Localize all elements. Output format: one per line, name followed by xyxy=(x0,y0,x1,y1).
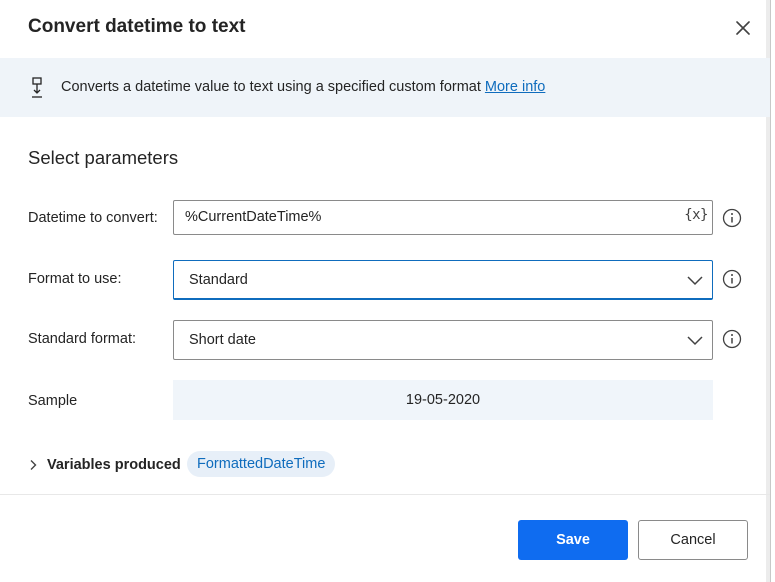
chevron-down-icon xyxy=(687,276,703,286)
save-button[interactable]: Save xyxy=(518,520,628,560)
variables-produced-label: Variables produced xyxy=(47,457,181,473)
produced-variable-pill[interactable]: FormattedDateTime xyxy=(187,451,336,477)
close-button[interactable] xyxy=(730,15,756,41)
variables-produced-toggle[interactable]: Variables produced xyxy=(28,455,181,475)
standard-format-label: Standard format: xyxy=(28,331,136,347)
more-info-link[interactable]: More info xyxy=(485,79,545,95)
dialog-title: Convert datetime to text xyxy=(28,16,246,37)
datetime-info-icon[interactable] xyxy=(722,208,742,228)
sample-label: Sample xyxy=(28,393,78,409)
chevron-right-icon xyxy=(30,460,37,470)
sample-value: 19-05-2020 xyxy=(405,392,481,408)
section-title: Select parameters xyxy=(28,147,179,168)
footer-divider xyxy=(0,494,770,495)
datetime-input-value: %CurrentDateTime% xyxy=(185,209,322,225)
info-banner: Converts a datetime value to text using … xyxy=(0,58,770,117)
format-selected-value: Standard xyxy=(189,272,248,288)
datetime-input[interactable]: %CurrentDateTime% {x} xyxy=(173,200,713,235)
banner-description: Converts a datetime value to text using … xyxy=(61,79,481,95)
close-icon xyxy=(736,21,750,35)
standard-format-dropdown[interactable]: Short date xyxy=(173,320,713,360)
standard-format-info-icon[interactable] xyxy=(722,329,742,349)
cancel-button[interactable]: Cancel xyxy=(638,520,748,560)
variable-picker-button[interactable]: {x} xyxy=(684,207,708,223)
convert-datetime-dialog: Convert datetime to text Converts a date… xyxy=(0,0,771,582)
standard-format-selected-value: Short date xyxy=(189,332,256,348)
format-label: Format to use: xyxy=(28,271,122,287)
datetime-convert-icon xyxy=(32,77,42,98)
banner-text: Converts a datetime value to text using … xyxy=(61,79,545,95)
format-info-icon[interactable] xyxy=(722,269,742,289)
chevron-down-icon xyxy=(687,336,703,346)
datetime-label: Datetime to convert: xyxy=(28,210,158,226)
sample-output: 19-05-2020 xyxy=(173,380,713,420)
format-dropdown[interactable]: Standard xyxy=(173,260,713,300)
